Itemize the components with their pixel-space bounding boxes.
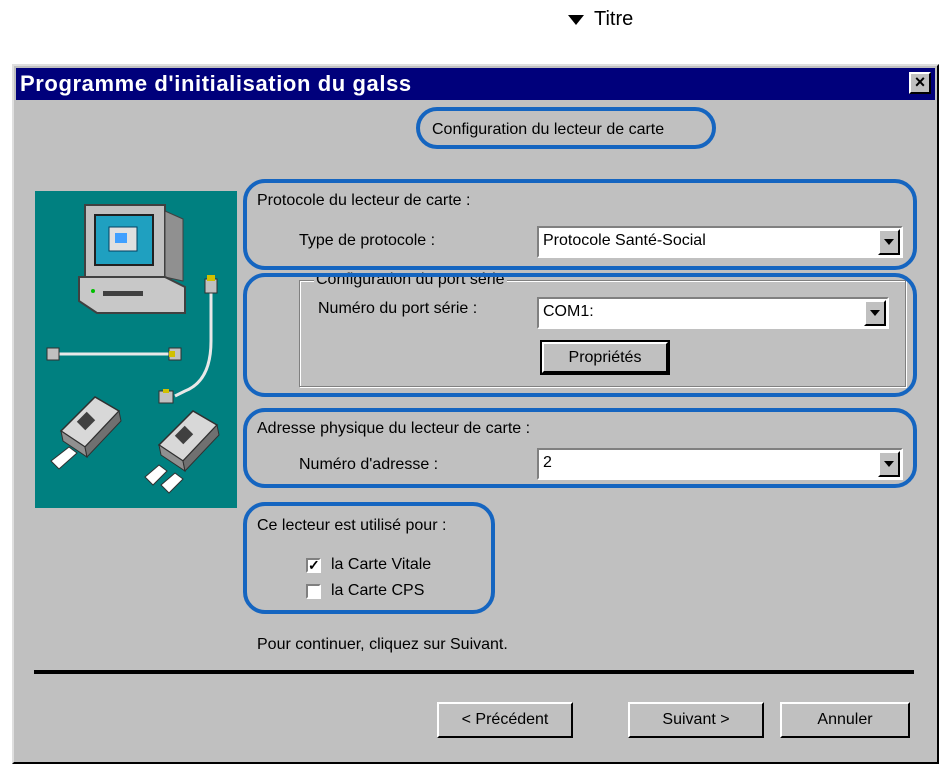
- caption-label: Titre: [594, 8, 634, 30]
- caption-toggle[interactable]: Titre: [568, 8, 633, 31]
- usage-highlight: [243, 502, 495, 614]
- close-button[interactable]: ×: [909, 72, 931, 94]
- title-bar: Programme d'initialisation du galss ×: [16, 68, 935, 100]
- cancel-button[interactable]: Annuler: [780, 702, 910, 738]
- setup-illustration: [35, 191, 237, 508]
- close-icon: ×: [914, 72, 926, 92]
- heading-highlight: [416, 107, 716, 149]
- continue-hint: Pour continuer, cliquez sur Suivant.: [257, 636, 508, 653]
- dropdown-triangle-icon: [568, 14, 584, 25]
- setup-dialog: Programme d'initialisation du galss × Co…: [12, 64, 939, 764]
- card-reader-icon: [50, 396, 122, 470]
- protocol-highlight: [243, 179, 917, 270]
- address-highlight: [243, 408, 917, 488]
- serial-port-highlight: [243, 273, 917, 397]
- window-title: Programme d'initialisation du galss: [20, 71, 412, 96]
- next-button[interactable]: Suivant >: [628, 702, 764, 738]
- previous-button[interactable]: < Précédent: [437, 702, 573, 738]
- card-reader-icon: [144, 410, 220, 494]
- footer-divider: [34, 670, 914, 674]
